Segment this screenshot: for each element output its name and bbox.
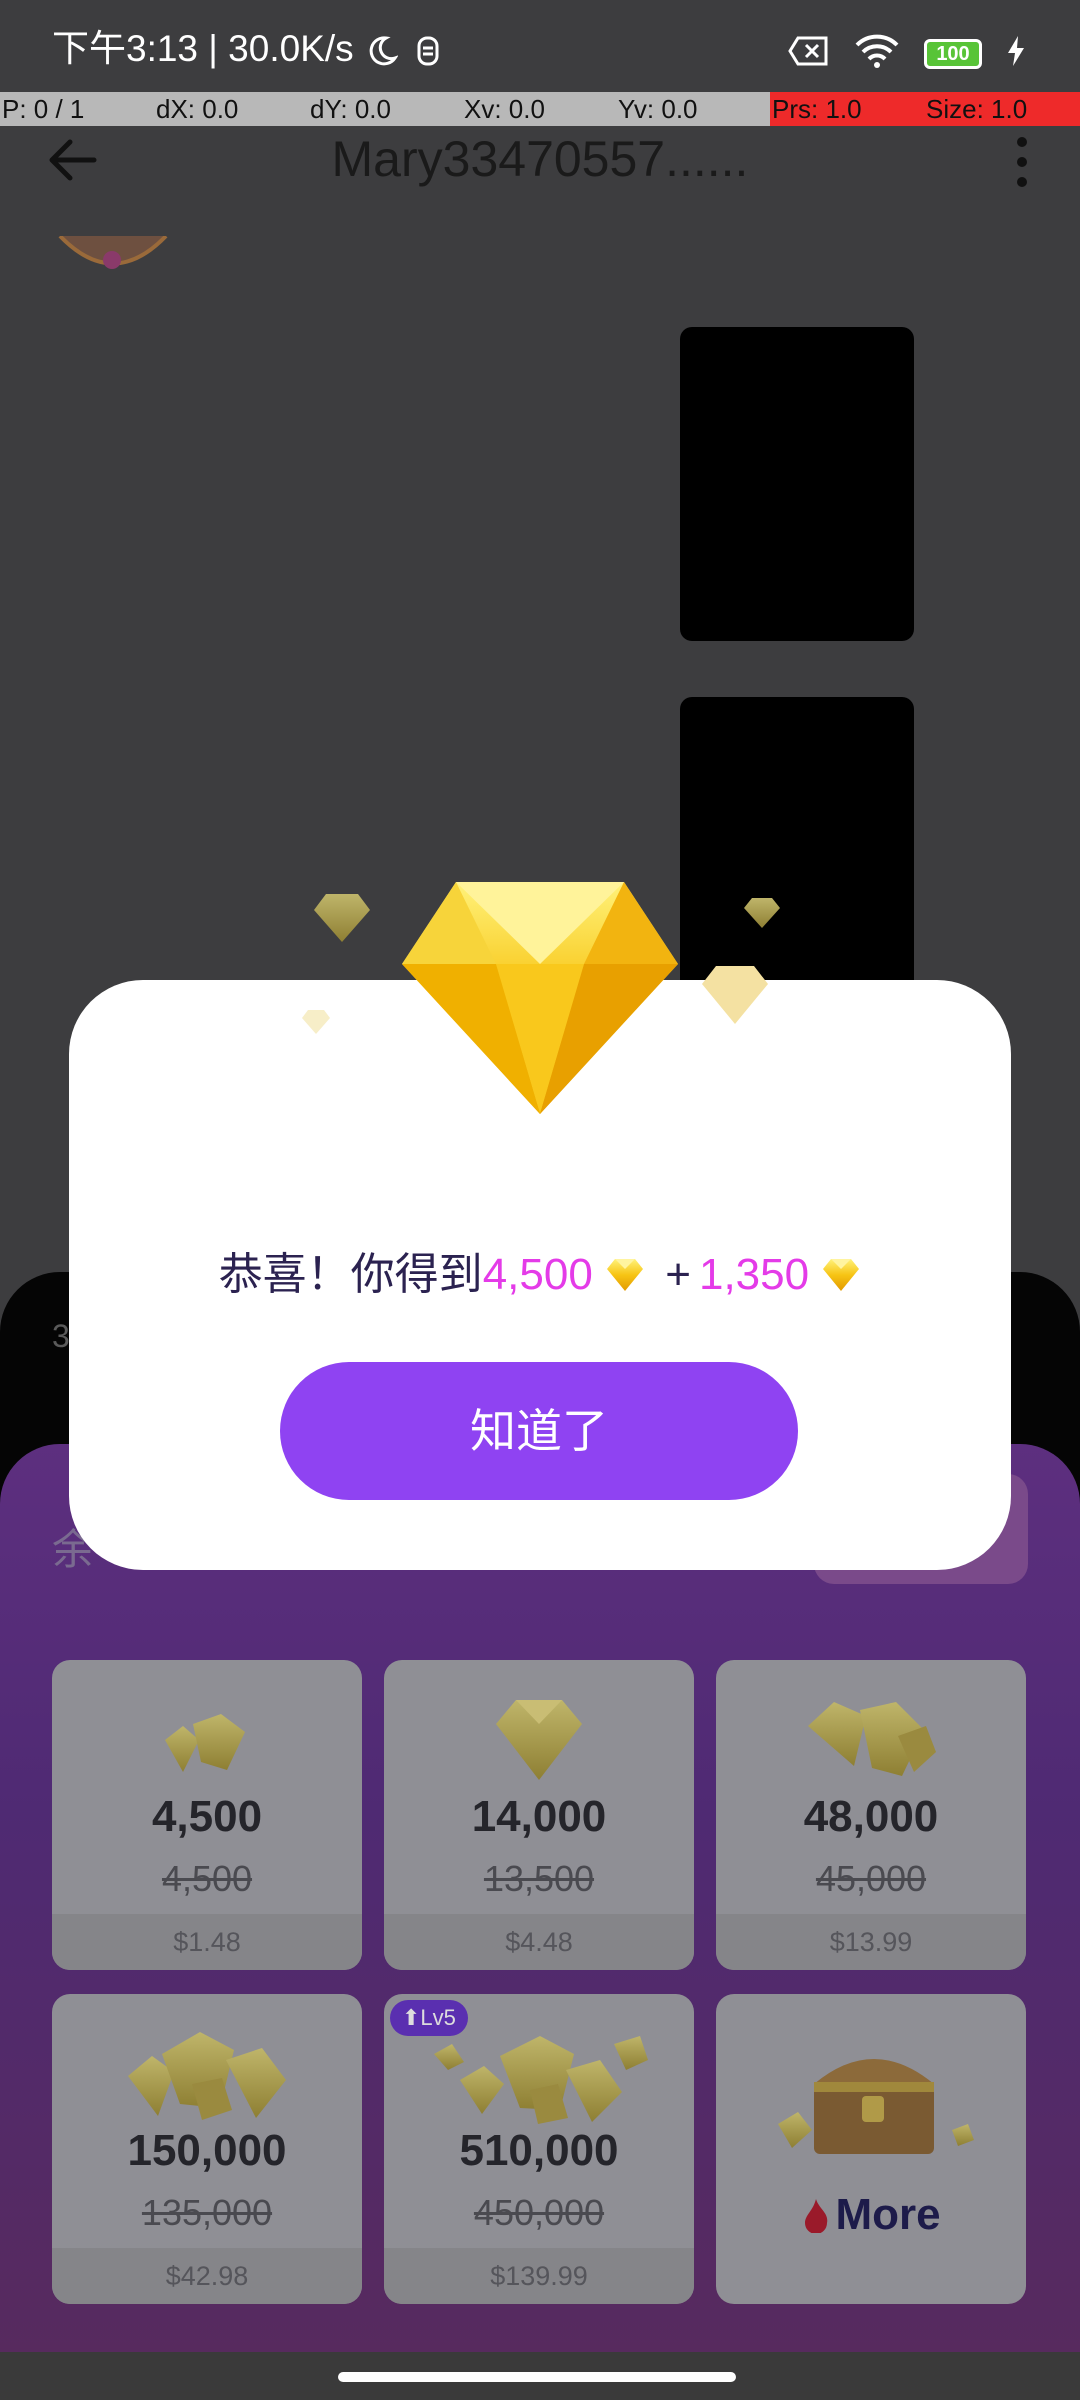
reward-amount-2: 1,350: [698, 1250, 810, 1299]
treasure-chest-icon: [762, 2034, 982, 2169]
sparkle-gem: [700, 964, 770, 1026]
sparkle-gem: [312, 892, 372, 944]
got-it-button[interactable]: 知道了: [280, 1362, 798, 1500]
home-gesture-handle[interactable]: [338, 2372, 736, 2382]
status-time-speed: 下午3:13 | 30.0K/s: [52, 30, 442, 68]
avatar[interactable]: [58, 236, 168, 272]
package-original: 135,000: [141, 2192, 273, 2233]
status-bar: 下午3:13 | 30.0K/s 100: [0, 0, 1080, 92]
notification-icon: [414, 34, 442, 68]
charging-icon: [1006, 35, 1026, 72]
package-price: $13.99: [716, 1914, 1026, 1970]
package-price: $1.48: [52, 1914, 362, 1970]
diamond-icon: [804, 1696, 940, 1787]
coin-package[interactable]: 48,000 45,000 $13.99: [716, 1660, 1026, 1970]
sparkle-gem: [300, 1008, 332, 1036]
pointer-field: Yv: 0.0: [616, 92, 770, 126]
more-label: More: [716, 2190, 1026, 2240]
package-amount: 4,500: [151, 1792, 263, 1841]
package-original: 13,500: [483, 1858, 595, 1899]
pointer-field: P: 0 / 1: [0, 92, 154, 126]
diamond-icon: [430, 2030, 650, 2131]
package-original: 4,500: [161, 1858, 253, 1899]
wifi-icon: [854, 34, 900, 73]
pointer-location-overlay: P: 0 / 1 dX: 0.0 dY: 0.0 Xv: 0.0 Yv: 0.0…: [0, 92, 1080, 126]
pointer-field: Xv: 0.0: [462, 92, 616, 126]
sheet-peek-text: 3: [52, 1318, 70, 1354]
pointer-field: Size: 1.0: [924, 92, 1080, 126]
coin-package[interactable]: 4,500 4,500 $1.48: [52, 1660, 362, 1970]
battery-icon: 100: [924, 38, 982, 69]
sim-x-icon: [788, 35, 830, 72]
pointer-field: dX: 0.0: [154, 92, 308, 126]
package-amount: 48,000: [803, 1792, 939, 1841]
pointer-field: dY: 0.0: [308, 92, 462, 126]
video-message[interactable]: [680, 327, 914, 641]
sparkle-gem: [742, 896, 782, 930]
package-original: 450,000: [473, 2192, 605, 2233]
diamond-icon: [823, 1259, 860, 1291]
chat-header: Mary33470557......: [0, 126, 1080, 236]
flame-icon: [805, 2199, 828, 2234]
diamond-icon: [122, 2024, 292, 2129]
package-price: $42.98: [52, 2248, 362, 2304]
diamond-icon: [607, 1259, 644, 1291]
package-price: $139.99: [384, 2248, 694, 2304]
more-packages-button[interactable]: More: [716, 1994, 1026, 2304]
package-price: $4.48: [384, 1914, 694, 1970]
status-icons: 100: [788, 34, 1026, 73]
pointer-field: Prs: 1.0: [770, 92, 924, 126]
package-amount: 150,000: [127, 2126, 287, 2175]
diamond-icon: [157, 1710, 257, 1785]
package-amount: 510,000: [459, 2126, 619, 2175]
reward-message: 恭喜！你得到4,500 +1,350: [69, 1238, 1011, 1302]
more-vert-icon[interactable]: [1010, 132, 1034, 192]
package-original: 45,000: [815, 1858, 927, 1899]
coin-package[interactable]: 150,000 135,000 $42.98: [52, 1994, 362, 2304]
diamond-icon: [396, 860, 684, 1116]
package-amount: 14,000: [471, 1792, 607, 1841]
moon-icon: [364, 34, 399, 68]
coin-package[interactable]: 14,000 13,500 $4.48: [384, 1660, 694, 1970]
coin-package[interactable]: ⬆Lv5 510,000 450,000 $139.99: [384, 1994, 694, 2304]
recharge-sheet: 余 4,500 4,500 $1.48 14,000 13,500 $4.48 …: [0, 1444, 1080, 2360]
reward-amount-1: 4,500: [482, 1250, 593, 1299]
diamond-icon: [492, 1696, 586, 1787]
chat-title: Mary33470557......: [331, 131, 749, 187]
